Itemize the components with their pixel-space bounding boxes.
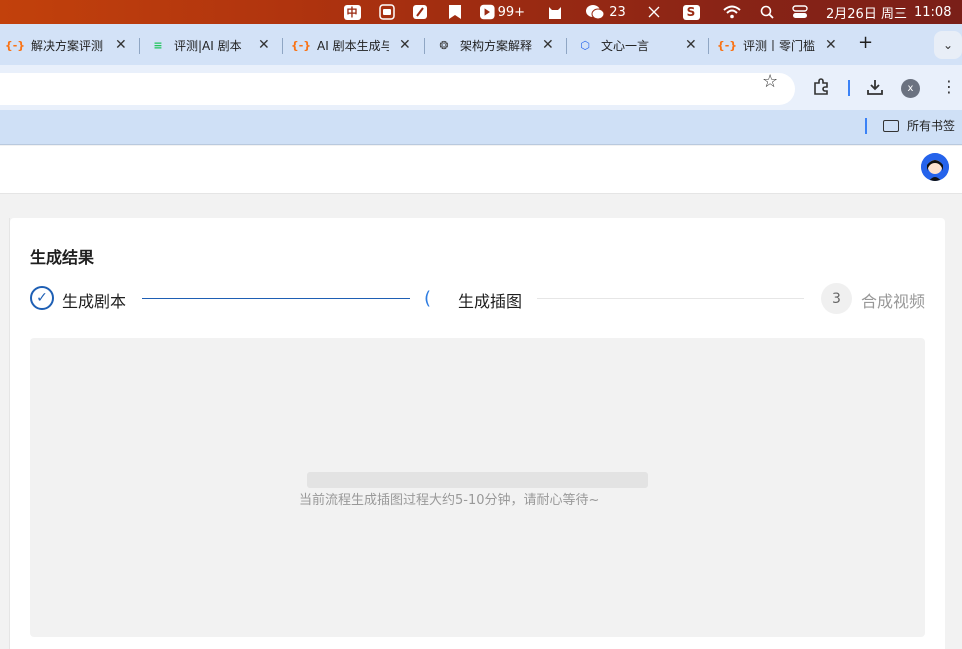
download-icon[interactable] [866, 78, 884, 100]
loading-spinner-icon: ( [424, 288, 432, 309]
close-icon[interactable]: ✕ [399, 37, 411, 53]
pen-lines-icon: ≡ [153, 38, 163, 52]
bracket-icon: {-} [4, 38, 26, 52]
profile-avatar[interactable]: x [901, 79, 920, 98]
wenxin-icon: ⬡ [580, 38, 590, 52]
check-icon: ✓ [30, 286, 54, 310]
user-avatar[interactable] [921, 153, 949, 181]
tab-title: 架构方案解释 [460, 38, 533, 53]
chat-app-icon[interactable] [378, 0, 396, 24]
bookmark-star-icon[interactable]: ☆ [762, 71, 778, 92]
wait-message: 当前流程生成插图过程大约5-10分钟，请耐心等待~ [299, 493, 600, 508]
bracket-icon: {-} [290, 38, 312, 52]
feishu-count: 99+ [497, 4, 525, 20]
more-menu-icon[interactable]: ⋮ [941, 77, 957, 96]
cat-app-icon[interactable] [546, 0, 564, 24]
tab-6[interactable]: {-} 评测丨零门槛 ✕ [716, 34, 837, 56]
browser-tab-strip: {-} 解决方案评测 ✕ ≡ 评测|AI 剧本 ✕ {-} AI 剧本生成与 ✕… [0, 24, 962, 65]
tab-title: 解决方案评测 [31, 38, 104, 53]
input-method-label: 中 [343, 4, 361, 20]
tab-divider [282, 38, 283, 54]
menubar-time[interactable]: 11:08 [914, 0, 954, 24]
close-icon[interactable]: ✕ [685, 37, 697, 53]
close-icon[interactable]: ✕ [542, 37, 554, 53]
wifi-icon[interactable] [722, 0, 742, 24]
tab-title: 评测丨零门槛 [743, 38, 815, 53]
tab-divider [424, 38, 425, 54]
openai-icon: ❂ [439, 38, 449, 52]
search-icon[interactable] [758, 0, 776, 24]
step-1-label: 生成剧本 [62, 292, 127, 311]
bookmark-app-icon[interactable] [446, 0, 464, 24]
close-icon[interactable]: ✕ [825, 37, 837, 53]
tab-4[interactable]: ❂ 架构方案解释 ✕ [436, 34, 553, 56]
tab-5[interactable]: ⬡ 文心一言 ✕ [577, 34, 697, 56]
step-connector-done [142, 298, 410, 299]
tab-divider [708, 38, 709, 54]
tab-divider [566, 38, 567, 54]
step-connector-pending [537, 298, 804, 299]
close-icon[interactable]: ✕ [115, 37, 127, 53]
tab-divider [139, 38, 140, 54]
close-icon[interactable]: ✕ [258, 37, 270, 53]
wechat-count: 23 [609, 4, 626, 20]
menubar-date[interactable]: 2月26日 周三 [826, 0, 912, 24]
wechat-icon [586, 5, 605, 20]
progress-bar [307, 472, 648, 488]
tab-1[interactable]: {-} 解决方案评测 ✕ [4, 34, 127, 56]
control-center-icon[interactable] [791, 0, 809, 24]
address-bar[interactable] [0, 73, 795, 105]
tab-3[interactable]: {-} AI 剧本生成与 ✕ [290, 34, 411, 56]
chevron-down-icon: ⌄ [942, 38, 954, 52]
tab-title: AI 剧本生成与 [317, 38, 389, 53]
extensions-icon[interactable] [812, 78, 830, 100]
sogou-icon[interactable]: S [682, 0, 700, 24]
page-title: 生成结果 [30, 248, 95, 267]
browser-toolbar: ☆ x ⋮ [0, 65, 962, 110]
step-3-label: 合成视频 [861, 292, 926, 311]
tab-2[interactable]: ≡ 评测|AI 剧本 ✕ [150, 34, 269, 56]
page-header [0, 146, 962, 194]
bracket-icon: {-} [716, 38, 738, 52]
bookmarks-bar: 所有书签 [0, 110, 962, 145]
wechat-badge[interactable]: 23 [583, 0, 628, 24]
feishu-icon [480, 4, 495, 20]
input-method-icon[interactable]: 中 [343, 0, 361, 24]
new-tab-button[interactable]: + [858, 32, 873, 53]
step-3-number: 3 [821, 283, 852, 314]
toolbar-divider [848, 80, 850, 96]
notes-app-icon[interactable] [411, 0, 429, 24]
folder-icon [883, 119, 899, 132]
all-bookmarks-label: 所有书签 [907, 119, 956, 133]
pen-off-icon[interactable] [645, 0, 663, 24]
tab-search-button[interactable]: ⌄ [934, 31, 962, 59]
feishu-badge[interactable]: 99+ [480, 0, 525, 24]
tab-title: 评测|AI 剧本 [174, 38, 242, 53]
all-bookmarks-button[interactable]: 所有书签 [883, 117, 955, 134]
macos-menu-bar: 中 99+ 23 S 2月26日 周三 11:08 [0, 0, 962, 24]
bookmarks-divider [865, 118, 867, 134]
tab-title: 文心一言 [601, 38, 650, 53]
step-2-label: 生成插图 [458, 292, 523, 311]
